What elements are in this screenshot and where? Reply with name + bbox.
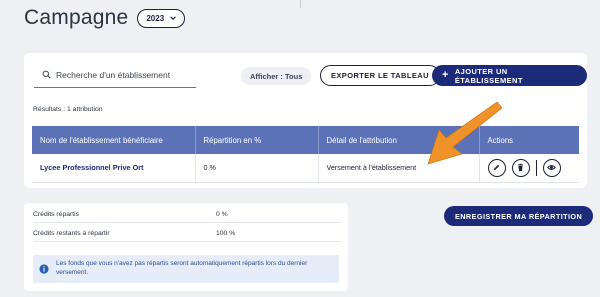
eye-icon (547, 165, 556, 171)
add-establishment-label: AJOUTER UN ÉTABLISSEMENT (454, 66, 523, 85)
attribution-table: Nom de l'établissement bénéficiaire Répa… (32, 126, 579, 183)
export-table-button[interactable]: EXPORTER LE TABLEAU (320, 65, 440, 86)
edit-button[interactable] (487, 158, 506, 177)
actions-divider (535, 159, 537, 176)
credits-remaining-row: Crédits restants à répartir 100 % (33, 226, 341, 242)
delete-button[interactable] (511, 158, 530, 177)
column-header-actions: Actions (479, 126, 579, 154)
page-header: Campagne 2023 (24, 6, 186, 30)
row-actions (487, 158, 572, 177)
search-field[interactable] (34, 62, 196, 88)
year-select-value: 2023 (146, 13, 165, 23)
credits-distributed-label: Crédits répartis (33, 211, 80, 218)
table-row: Lycee Professionnel Prive Ort 0 % Versem… (32, 154, 579, 183)
credits-remaining-label: Crédits restants à répartir (33, 230, 110, 237)
results-count: Résultats : 1 attribution (33, 106, 103, 113)
page-title: Campagne (24, 6, 129, 29)
edit-icon (493, 164, 500, 171)
cell-detail: Versement à l'établissement (318, 154, 480, 183)
credits-remaining-value: 100 % (216, 230, 236, 237)
save-distribution-button[interactable]: ENREGISTRER MA RÉPARTITION (444, 206, 594, 226)
top-divider (300, 0, 301, 8)
credits-distributed-value: 0 % (216, 211, 228, 218)
attribution-card: Afficher : Tous EXPORTER LE TABLEAU + AJ… (24, 53, 587, 188)
add-establishment-button[interactable]: + AJOUTER UN ÉTABLISSEMENT (432, 65, 587, 86)
search-input[interactable] (56, 69, 196, 80)
year-select[interactable]: 2023 (137, 8, 186, 28)
view-button[interactable] (542, 158, 561, 177)
column-header-name[interactable]: Nom de l'établissement bénéficiaire (32, 126, 196, 154)
filter-pill[interactable]: Afficher : Tous (241, 67, 312, 85)
info-icon (39, 264, 49, 274)
table-header-row: Nom de l'établissement bénéficiaire Répa… (32, 126, 579, 154)
column-header-detail[interactable]: Détail de l'attribution (318, 126, 480, 154)
info-text: Les fonds que vous n'avez pas répartis s… (56, 260, 308, 276)
cell-repartition: 0 % (195, 154, 319, 183)
credits-card: Crédits répartis 0 % Crédits restants à … (24, 203, 348, 291)
cell-name: Lycee Professionnel Prive Ort (32, 154, 196, 183)
trash-icon (517, 163, 524, 172)
plus-icon: + (442, 69, 449, 81)
column-header-repartition[interactable]: Répartition en % (195, 126, 319, 154)
cell-actions (479, 154, 579, 183)
info-notice: Les fonds que vous n'avez pas répartis s… (33, 255, 339, 283)
chevron-down-icon (170, 16, 176, 20)
search-icon (42, 70, 51, 79)
establishment-link[interactable]: Lycee Professionnel Prive Ort (40, 163, 144, 172)
credits-distributed-row: Crédits répartis 0 % (33, 207, 341, 223)
